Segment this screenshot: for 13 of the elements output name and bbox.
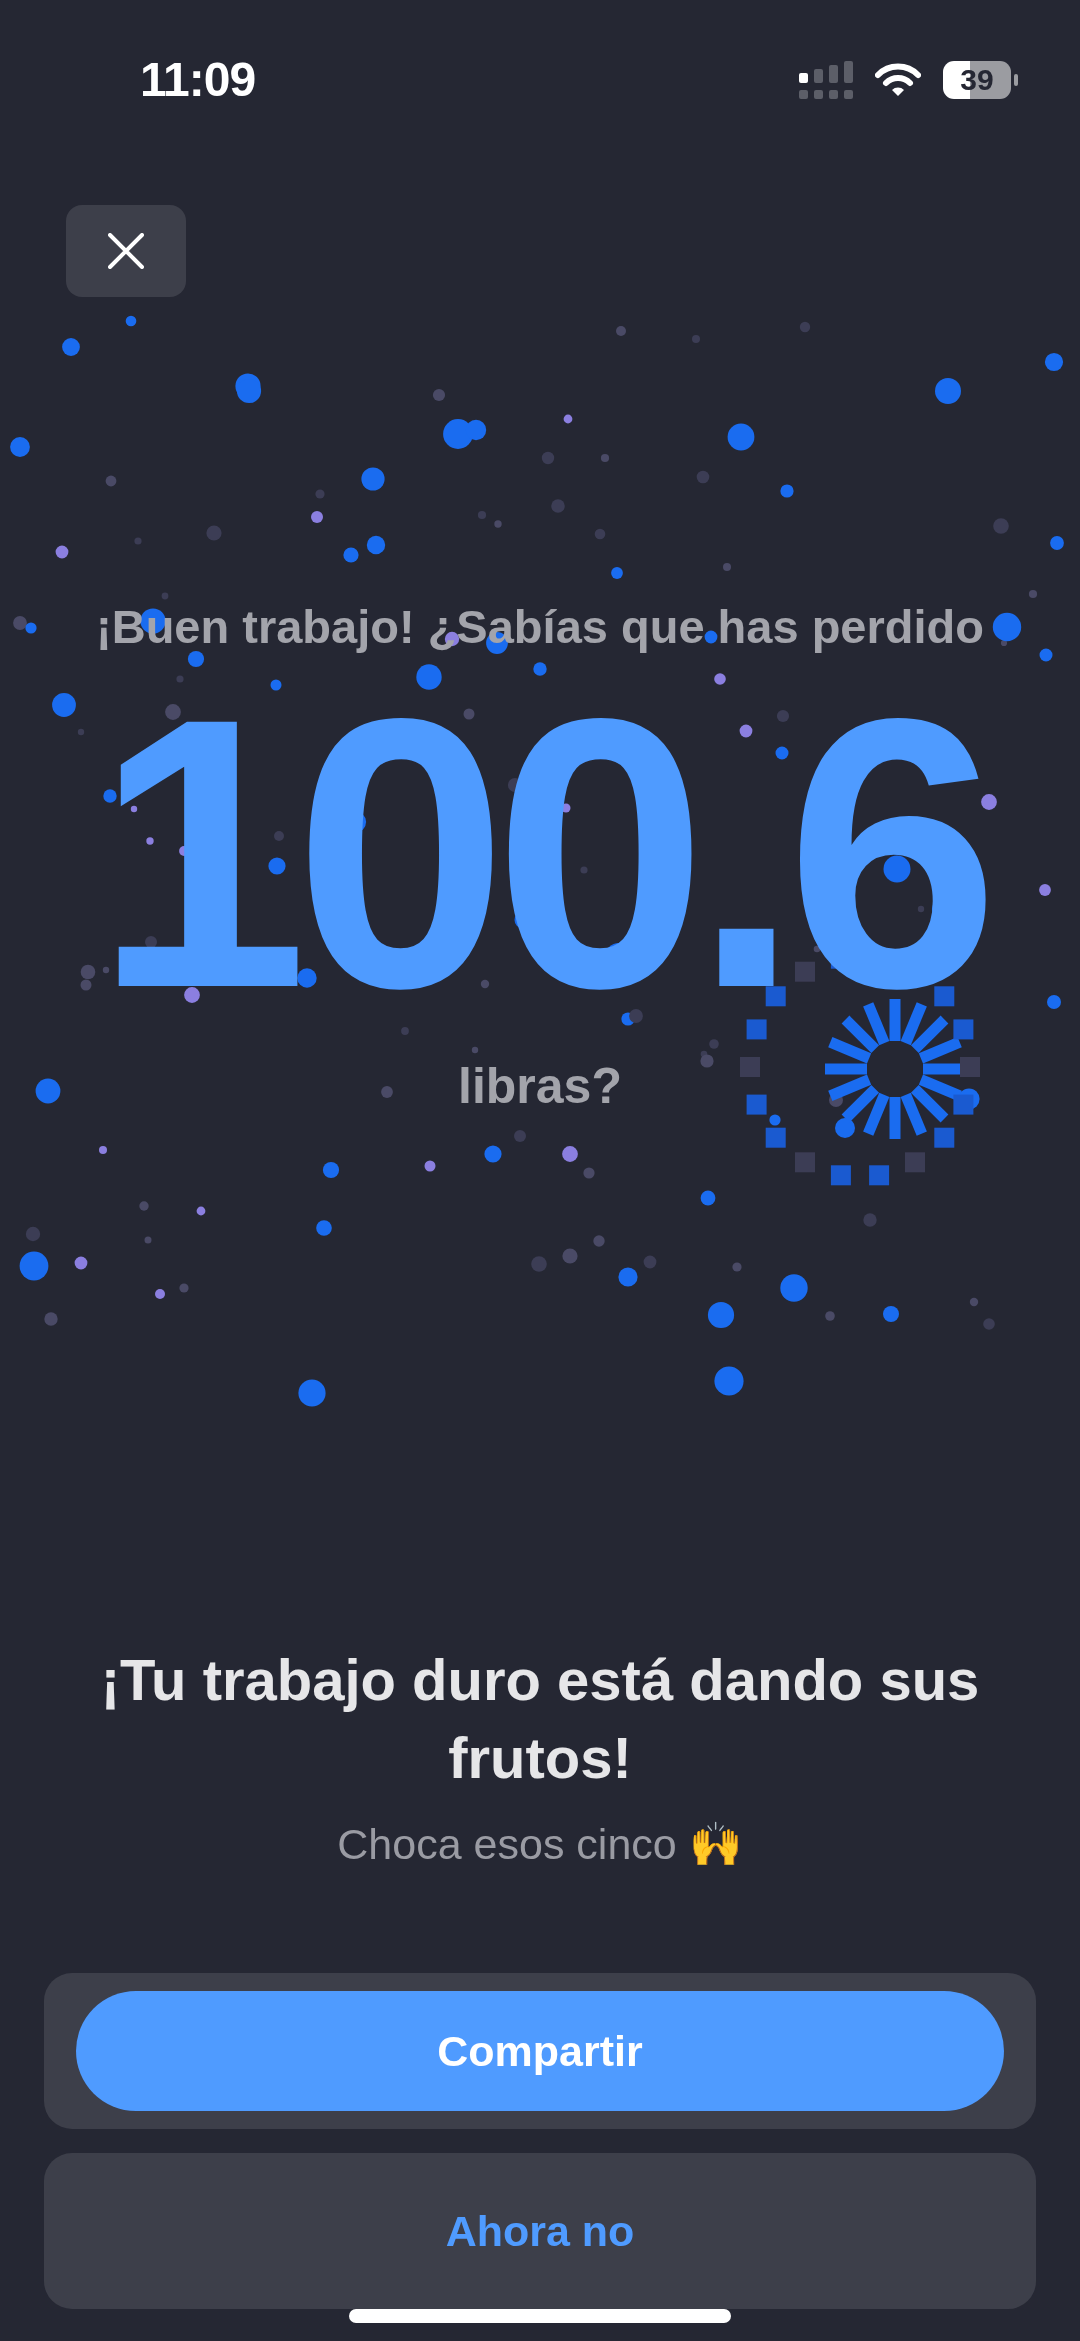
wifi-icon xyxy=(875,62,921,97)
intro-text: ¡Buen trabajo! ¿Sabías que has perdido xyxy=(96,599,984,656)
close-icon xyxy=(108,233,144,270)
close-button[interactable] xyxy=(66,205,186,298)
message-title: ¡Tu trabajo duro está dando sus frutos! xyxy=(100,1646,980,1792)
not-now-button[interactable]: Ahora no xyxy=(44,2153,1036,2309)
message-subtitle: Choca esos cinco 🙌 xyxy=(337,1819,743,1869)
battery-tip-icon xyxy=(1014,73,1018,86)
unit-text: libras? xyxy=(458,1057,622,1116)
weight-lost-value: 100.6 xyxy=(94,683,986,1024)
share-button[interactable]: Compartir xyxy=(76,1991,1004,2111)
signal-icon xyxy=(799,60,853,99)
status-time: 11:09 xyxy=(140,52,256,108)
